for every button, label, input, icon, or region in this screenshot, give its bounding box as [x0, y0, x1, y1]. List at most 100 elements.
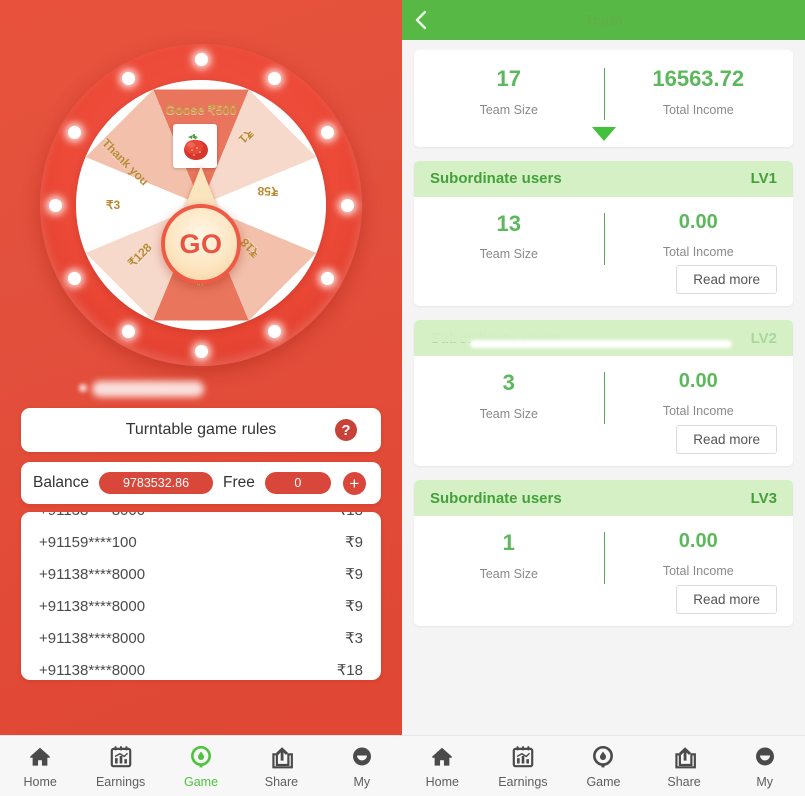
nav-item-my[interactable]: My — [322, 744, 402, 789]
turntable-game-rules-row[interactable]: Turntable game rules ? — [21, 408, 381, 452]
chart-calendar-icon — [510, 744, 536, 770]
level-team-size-value-col: 13 Team Size — [414, 209, 604, 262]
wheel-jackpot-label: Goose ₹500 — [165, 103, 237, 117]
nav-item-label: Home — [425, 774, 459, 789]
winner-row: +91138****8000 ₹18 — [21, 512, 381, 526]
winner-amount: ₹18 — [336, 662, 363, 679]
level-card-list: Subordinate users LV1 13 Team Size 0.00 Total… — [414, 160, 793, 626]
winner-row: +91159****100 ₹9 — [21, 526, 381, 558]
game-circle-icon — [188, 744, 214, 770]
level-card-header: Subordinate users LV3 — [414, 480, 793, 517]
nav-item-home[interactable]: Home — [0, 744, 80, 789]
winner-row: +91138****8000 ₹18 — [21, 654, 381, 680]
level-card-body: 13 Team Size 0.00 Total Income Read more — [414, 197, 793, 307]
winner-phone: +91138****8000 — [39, 629, 146, 647]
read-more-button[interactable]: Read more — [676, 265, 777, 295]
winner-amount: ₹3 — [345, 630, 363, 647]
level-team-size-value: 3 — [502, 370, 515, 396]
read-more-button[interactable]: Read more — [676, 584, 777, 614]
nav-item-home[interactable]: Home — [402, 744, 483, 789]
team-summary-card: 17 Team Size 16563.72 Total Income — [414, 50, 793, 147]
wheel-spin-go-button[interactable]: GO — [161, 204, 241, 284]
nav-item-label: Home — [23, 774, 57, 789]
nav-item-label: Game — [183, 774, 219, 789]
wheel-segment-label: ₹3 — [105, 198, 121, 212]
level-team-size-label: Team Size — [479, 407, 538, 422]
stat-divider — [603, 212, 605, 265]
level-team-size-label: Team Size — [479, 247, 538, 262]
winner-row: +91138****8000 ₹9 — [21, 590, 381, 622]
home-icon — [27, 744, 53, 770]
level-team-size-value-col: 1 Team Size — [414, 528, 604, 581]
wheel-segment-label: ₹58 — [257, 184, 279, 198]
level-card-header: Subordinate usersLV2 — [414, 320, 793, 357]
render-artifact-overlay — [424, 320, 724, 343]
blurred-overlay-pill — [92, 381, 204, 397]
question-mark-icon[interactable]: ? — [335, 419, 357, 441]
level-team-size-value: 13 — [496, 210, 521, 236]
nav-item-game[interactable]: Game — [563, 744, 644, 789]
turntable-game-panel: ₹1₹58₹18₹9₹128₹3Thank you Goose ₹500 — [0, 0, 402, 796]
winners-list[interactable]: +91138****8000 ₹18 +91159****100 ₹9 +91138**… — [21, 512, 381, 680]
balance-bar: Balance 9783532.86 Free 0 + — [21, 462, 381, 504]
user-circle-icon — [349, 744, 375, 770]
stat-divider — [603, 372, 605, 425]
summary-total-income-value: 16563.72 — [652, 66, 745, 91]
nav-item-share[interactable]: Share — [241, 744, 321, 789]
level-card-body: 3 Team Size 0.00 Total Income Read more — [414, 356, 793, 466]
balance-label: Balance — [33, 474, 90, 491]
dual-screenshot-wrapper: ₹1₹58₹18₹9₹128₹3Thank you Goose ₹500 — [0, 0, 805, 796]
level-total-income-label: Total Income — [662, 244, 734, 259]
team-overview-panel: Team 17 Team Size 16563.72 Total Income — [402, 0, 805, 796]
caret-down-icon[interactable] — [591, 126, 616, 141]
wheel-bulb — [68, 125, 82, 139]
turntable-content: ₹1₹58₹18₹9₹128₹3Thank you Goose ₹500 — [0, 0, 402, 735]
read-more-wrap: Read more — [414, 581, 793, 618]
winner-phone: +91138****8000 — [39, 661, 146, 679]
wheel-bulb — [121, 324, 135, 338]
level-total-income-value-col: 0.00 Total Income — [604, 368, 794, 421]
level-stat-row: 3 Team Size 0.00 Total Income — [414, 368, 794, 425]
summary-total-income: 16563.72 Total Income — [604, 64, 794, 117]
wheel-bulb — [267, 324, 281, 338]
bottom-nav-right: Home Earnings Game Share My — [402, 735, 805, 796]
level-team-size-value-col: 3 Team Size — [414, 368, 604, 421]
user-circle-icon — [752, 744, 778, 770]
strawberry-image — [173, 124, 217, 168]
nav-item-earnings[interactable]: Earnings — [483, 744, 564, 789]
nav-item-label: Share — [264, 774, 299, 789]
nav-item-label: My — [756, 774, 773, 789]
nav-item-label: Share — [667, 774, 701, 789]
nav-item-share[interactable]: Share — [644, 744, 725, 789]
winner-amount: ₹9 — [345, 566, 363, 583]
read-more-button[interactable]: Read more — [676, 425, 777, 455]
level-total-income-value: 0.00 — [678, 370, 718, 393]
nav-item-earnings[interactable]: Earnings — [80, 744, 160, 789]
level-badge: LV3 — [750, 489, 777, 507]
winner-amount: ₹9 — [345, 534, 363, 551]
blurred-overlay-dot — [79, 384, 87, 392]
home-icon — [429, 744, 455, 770]
page-title: Team — [584, 11, 623, 29]
nav-item-label: My — [353, 774, 371, 789]
winners-scroll: +91138****8000 ₹18 +91159****100 ₹9 +91138**… — [21, 512, 381, 680]
level-stat-row: 1 Team Size 0.00 Total Income — [414, 528, 793, 585]
level-total-income-value: 0.00 — [678, 530, 718, 553]
winner-phone: +91159****100 — [39, 533, 137, 551]
plus-icon[interactable]: + — [342, 471, 366, 495]
game-circle-icon — [590, 744, 616, 770]
fortune-wheel: ₹1₹58₹18₹9₹128₹3Thank you Goose ₹500 — [0, 44, 402, 389]
wheel-bulb — [320, 271, 334, 285]
level-stat-row: 13 Team Size 0.00 Total Income — [414, 209, 793, 265]
wheel-bulb — [68, 271, 82, 285]
nav-item-game[interactable]: Game — [161, 744, 241, 789]
level-total-income-label: Total Income — [662, 404, 734, 419]
nav-item-my[interactable]: My — [724, 744, 805, 789]
winner-phone: +91138****8000 — [39, 565, 146, 583]
subordinate-users-card: Subordinate users LV1 13 Team Size 0.00 Total… — [414, 160, 793, 307]
level-total-income-label: Total Income — [662, 564, 734, 579]
level-badge: LV1 — [750, 170, 777, 188]
winner-row: +91138****8000 ₹9 — [21, 558, 381, 590]
wheel-bulb — [267, 72, 281, 86]
wheel-bulb — [194, 344, 208, 358]
